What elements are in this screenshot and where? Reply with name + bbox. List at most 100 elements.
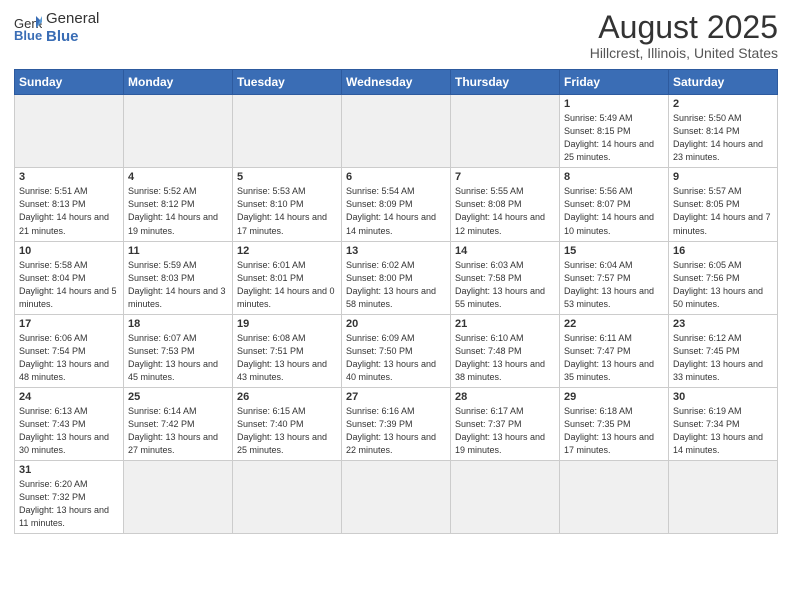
calendar-cell: 3 Sunrise: 5:51 AM Sunset: 8:13 PM Daylig…	[15, 168, 124, 241]
calendar-title: August 2025	[590, 10, 778, 45]
day-number: 3	[19, 171, 119, 183]
calendar-cell: 21 Sunrise: 6:10 AM Sunset: 7:48 PM Dayli…	[451, 314, 560, 387]
calendar-cell	[451, 461, 560, 534]
day-number: 19	[237, 318, 337, 330]
day-number: 11	[128, 245, 228, 257]
calendar-cell: 14 Sunrise: 6:03 AM Sunset: 7:58 PM Dayli…	[451, 241, 560, 314]
day-info: Sunrise: 6:14 AM Sunset: 7:42 PM Dayligh…	[128, 405, 228, 457]
day-number: 10	[19, 245, 119, 257]
calendar-cell: 9 Sunrise: 5:57 AM Sunset: 8:05 PM Daylig…	[669, 168, 778, 241]
day-info: Sunrise: 5:56 AM Sunset: 8:07 PM Dayligh…	[564, 185, 664, 237]
calendar-cell: 24 Sunrise: 6:13 AM Sunset: 7:43 PM Dayli…	[15, 387, 124, 460]
day-info: Sunrise: 6:03 AM Sunset: 7:58 PM Dayligh…	[455, 259, 555, 311]
day-number: 28	[455, 391, 555, 403]
header: General Blue General Blue August 2025 Hi…	[14, 10, 778, 61]
day-number: 15	[564, 245, 664, 257]
day-info: Sunrise: 5:55 AM Sunset: 8:08 PM Dayligh…	[455, 185, 555, 237]
day-info: Sunrise: 6:18 AM Sunset: 7:35 PM Dayligh…	[564, 405, 664, 457]
calendar-cell	[669, 461, 778, 534]
day-number: 31	[19, 464, 119, 476]
calendar-cell	[342, 95, 451, 168]
day-info: Sunrise: 6:09 AM Sunset: 7:50 PM Dayligh…	[346, 332, 446, 384]
calendar-cell	[342, 461, 451, 534]
header-friday: Friday	[560, 70, 669, 95]
day-number: 21	[455, 318, 555, 330]
header-saturday: Saturday	[669, 70, 778, 95]
day-info: Sunrise: 5:53 AM Sunset: 8:10 PM Dayligh…	[237, 185, 337, 237]
day-info: Sunrise: 6:11 AM Sunset: 7:47 PM Dayligh…	[564, 332, 664, 384]
title-block: August 2025 Hillcrest, Illinois, United …	[590, 10, 778, 61]
calendar-cell	[15, 95, 124, 168]
day-number: 24	[19, 391, 119, 403]
calendar-cell: 28 Sunrise: 6:17 AM Sunset: 7:37 PM Dayli…	[451, 387, 560, 460]
calendar-cell: 17Sunrise: 6:06 AM Sunset: 7:54 PM Dayli…	[15, 314, 124, 387]
day-info: Sunrise: 6:13 AM Sunset: 7:43 PM Dayligh…	[19, 405, 119, 457]
day-info: Sunrise: 6:04 AM Sunset: 7:57 PM Dayligh…	[564, 259, 664, 311]
calendar-cell	[124, 95, 233, 168]
page: General Blue General Blue August 2025 Hi…	[0, 0, 792, 612]
day-number: 14	[455, 245, 555, 257]
logo-blue: Blue	[46, 28, 99, 46]
calendar-cell: 25Sunrise: 6:14 AM Sunset: 7:42 PM Dayli…	[124, 387, 233, 460]
calendar-cell: 19Sunrise: 6:08 AM Sunset: 7:51 PM Dayli…	[233, 314, 342, 387]
day-info: Sunrise: 6:07 AM Sunset: 7:53 PM Dayligh…	[128, 332, 228, 384]
day-number: 6	[346, 171, 446, 183]
day-info: Sunrise: 5:54 AM Sunset: 8:09 PM Dayligh…	[346, 185, 446, 237]
calendar-cell: 15 Sunrise: 6:04 AM Sunset: 7:57 PM Dayli…	[560, 241, 669, 314]
calendar-week-1: 3 Sunrise: 5:51 AM Sunset: 8:13 PM Daylig…	[15, 168, 778, 241]
calendar-cell: 1Sunrise: 5:49 AM Sunset: 8:15 PM Daylig…	[560, 95, 669, 168]
day-info: Sunrise: 6:20 AM Sunset: 7:32 PM Dayligh…	[19, 478, 119, 530]
calendar-cell	[560, 461, 669, 534]
calendar-cell	[233, 461, 342, 534]
calendar-cell	[124, 461, 233, 534]
calendar-cell: 11 Sunrise: 5:59 AM Sunset: 8:03 PM Dayli…	[124, 241, 233, 314]
calendar-cell	[451, 95, 560, 168]
calendar-cell: 18 Sunrise: 6:07 AM Sunset: 7:53 PM Dayli…	[124, 314, 233, 387]
svg-text:Blue: Blue	[14, 28, 42, 42]
day-number: 17	[19, 318, 119, 330]
day-number: 30	[673, 391, 773, 403]
calendar-cell	[233, 95, 342, 168]
day-info: Sunrise: 6:17 AM Sunset: 7:37 PM Dayligh…	[455, 405, 555, 457]
calendar-cell: 20 Sunrise: 6:09 AM Sunset: 7:50 PM Dayli…	[342, 314, 451, 387]
day-number: 1	[564, 98, 664, 110]
calendar-cell: 4 Sunrise: 5:52 AM Sunset: 8:12 PM Daylig…	[124, 168, 233, 241]
calendar-cell: 29Sunrise: 6:18 AM Sunset: 7:35 PM Dayli…	[560, 387, 669, 460]
header-wednesday: Wednesday	[342, 70, 451, 95]
calendar-subtitle: Hillcrest, Illinois, United States	[590, 45, 778, 61]
day-info: Sunrise: 5:51 AM Sunset: 8:13 PM Dayligh…	[19, 185, 119, 237]
day-number: 20	[346, 318, 446, 330]
day-info: Sunrise: 6:10 AM Sunset: 7:48 PM Dayligh…	[455, 332, 555, 384]
calendar-cell: 13Sunrise: 6:02 AM Sunset: 8:00 PM Dayli…	[342, 241, 451, 314]
day-number: 2	[673, 98, 773, 110]
calendar-cell: 10 Sunrise: 5:58 AM Sunset: 8:04 PM Dayli…	[15, 241, 124, 314]
calendar-cell: 2 Sunrise: 5:50 AM Sunset: 8:14 PM Daylig…	[669, 95, 778, 168]
calendar-cell: 31 Sunrise: 6:20 AM Sunset: 7:32 PM Dayli…	[15, 461, 124, 534]
calendar-cell: 6 Sunrise: 5:54 AM Sunset: 8:09 PM Daylig…	[342, 168, 451, 241]
day-number: 12	[237, 245, 337, 257]
day-info: Sunrise: 5:50 AM Sunset: 8:14 PM Dayligh…	[673, 112, 773, 164]
day-number: 4	[128, 171, 228, 183]
calendar-cell: 12 Sunrise: 6:01 AM Sunset: 8:01 PM Dayli…	[233, 241, 342, 314]
day-number: 9	[673, 171, 773, 183]
calendar-cell: 5Sunrise: 5:53 AM Sunset: 8:10 PM Daylig…	[233, 168, 342, 241]
day-info: Sunrise: 6:16 AM Sunset: 7:39 PM Dayligh…	[346, 405, 446, 457]
day-info: Sunrise: 6:15 AM Sunset: 7:40 PM Dayligh…	[237, 405, 337, 457]
day-info: Sunrise: 5:57 AM Sunset: 8:05 PM Dayligh…	[673, 185, 773, 237]
day-number: 22	[564, 318, 664, 330]
day-info: Sunrise: 5:58 AM Sunset: 8:04 PM Dayligh…	[19, 259, 119, 311]
calendar-table: Sunday Monday Tuesday Wednesday Thursday…	[14, 69, 778, 534]
calendar-cell: 23Sunrise: 6:12 AM Sunset: 7:45 PM Dayli…	[669, 314, 778, 387]
day-info: Sunrise: 5:59 AM Sunset: 8:03 PM Dayligh…	[128, 259, 228, 311]
calendar-cell: 27 Sunrise: 6:16 AM Sunset: 7:39 PM Dayli…	[342, 387, 451, 460]
day-info: Sunrise: 5:52 AM Sunset: 8:12 PM Dayligh…	[128, 185, 228, 237]
calendar-cell: 26Sunrise: 6:15 AM Sunset: 7:40 PM Dayli…	[233, 387, 342, 460]
header-monday: Monday	[124, 70, 233, 95]
day-number: 27	[346, 391, 446, 403]
day-info: Sunrise: 6:01 AM Sunset: 8:01 PM Dayligh…	[237, 259, 337, 311]
calendar-week-2: 10 Sunrise: 5:58 AM Sunset: 8:04 PM Dayli…	[15, 241, 778, 314]
day-number: 18	[128, 318, 228, 330]
day-number: 23	[673, 318, 773, 330]
calendar-cell: 16Sunrise: 6:05 AM Sunset: 7:56 PM Dayli…	[669, 241, 778, 314]
calendar-week-5: 31 Sunrise: 6:20 AM Sunset: 7:32 PM Dayli…	[15, 461, 778, 534]
